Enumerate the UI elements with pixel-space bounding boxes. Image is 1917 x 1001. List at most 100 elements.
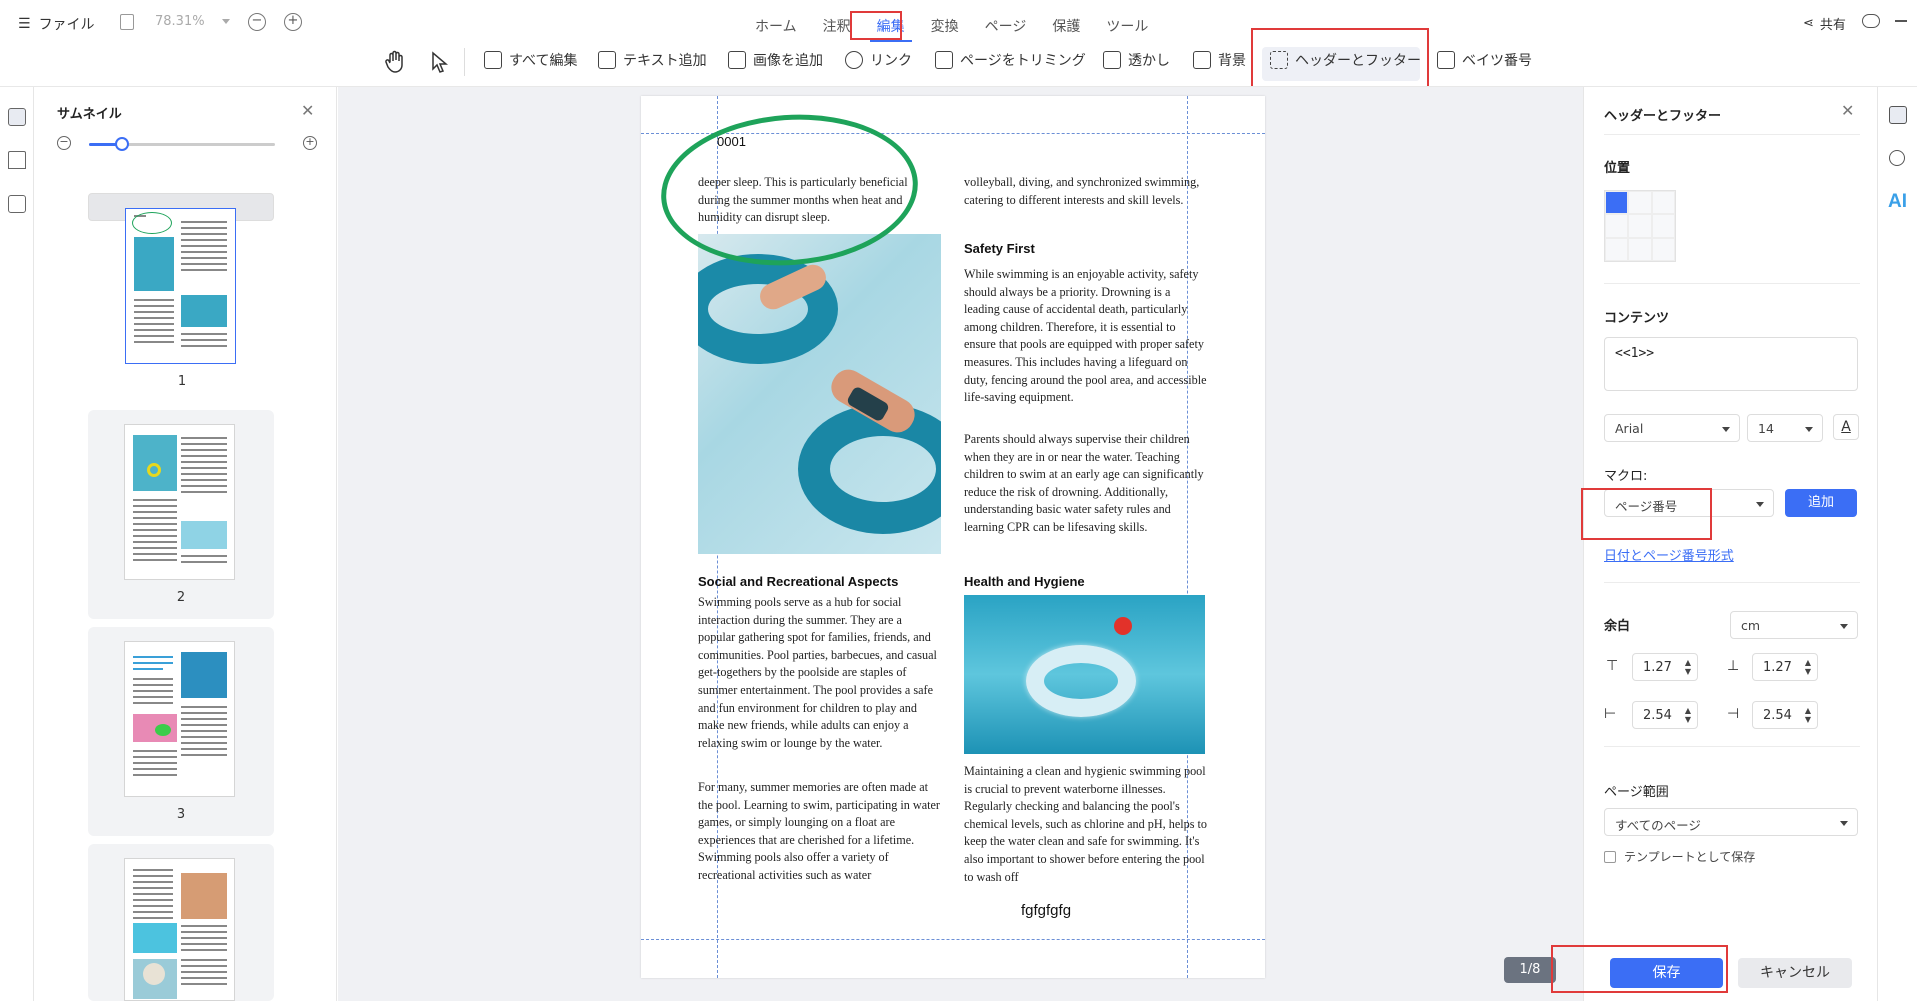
- close-thumbnail-panel-icon[interactable]: ✕: [301, 101, 314, 120]
- checkbox-icon[interactable]: [1604, 850, 1616, 863]
- bates-number-label: ベイツ番号: [1462, 53, 1532, 69]
- position-top-center[interactable]: [1628, 191, 1652, 215]
- add-macro-button[interactable]: 追加: [1785, 489, 1857, 517]
- header-footer-panel: ヘッダーとフッター ✕ 位置 コンテンツ <<1>> Arial 14 A マク…: [1583, 87, 1877, 1001]
- close-panel-icon[interactable]: ✕: [1841, 101, 1854, 120]
- thumbnail-zoom-slider[interactable]: − +: [57, 136, 317, 152]
- crop-page-button[interactable]: ページをトリミング: [935, 50, 1086, 70]
- hand-tool-icon[interactable]: [384, 50, 406, 74]
- stepper-arrows-icon[interactable]: ▲ ▼: [1805, 658, 1811, 676]
- hamburger-icon: ☰: [18, 16, 31, 32]
- save-button[interactable]: 保存: [1610, 958, 1723, 988]
- safety-heading: Safety First: [964, 241, 1035, 256]
- font-family-select[interactable]: Arial: [1604, 414, 1740, 442]
- pool-ring-photo: [964, 595, 1205, 754]
- edit-all-button[interactable]: すべて編集: [484, 50, 577, 70]
- zoom-out-icon[interactable]: −: [248, 13, 266, 31]
- position-middle-left[interactable]: [1605, 214, 1629, 238]
- stepper-arrows-icon[interactable]: ▲ ▼: [1805, 706, 1811, 724]
- share-label: 共有: [1819, 18, 1846, 33]
- zoom-in-icon[interactable]: +: [284, 13, 302, 31]
- watermark-button[interactable]: 透かし: [1103, 50, 1170, 70]
- add-image-icon: [728, 51, 746, 69]
- comment-icon[interactable]: [8, 195, 26, 213]
- margin-left-value: 2.54: [1643, 708, 1672, 723]
- page-icon[interactable]: [120, 14, 134, 30]
- position-top-right[interactable]: [1651, 191, 1675, 215]
- thumbnail-page-2[interactable]: 2: [88, 410, 274, 619]
- position-bottom-left[interactable]: [1605, 237, 1629, 261]
- panel-divider: [1604, 746, 1860, 747]
- thumb-zoom-out-icon[interactable]: −: [57, 136, 71, 150]
- margin-bottom-input[interactable]: 1.27 ▲ ▼: [1752, 653, 1818, 681]
- watermark-label: 透かし: [1128, 53, 1170, 69]
- social-paragraph-1: Swimming pools serve as a hub for social…: [698, 595, 937, 750]
- font-color-button[interactable]: A: [1833, 414, 1859, 440]
- position-bottom-right[interactable]: [1651, 237, 1675, 261]
- position-middle-center[interactable]: [1628, 214, 1652, 238]
- cancel-button[interactable]: キャンセル: [1738, 958, 1852, 988]
- font-size-select[interactable]: 14: [1747, 414, 1823, 442]
- link-button[interactable]: リンク: [845, 50, 912, 70]
- search-icon[interactable]: [1889, 150, 1905, 166]
- position-top-left[interactable]: [1605, 191, 1629, 215]
- zoom-dropdown-icon[interactable]: [222, 19, 230, 24]
- header-footer-label: ヘッダーとフッター: [1295, 53, 1421, 69]
- page-range-select[interactable]: すべてのページ: [1604, 808, 1858, 836]
- share-button[interactable]: ⋖ 共有: [1803, 14, 1846, 33]
- properties-panel-icon[interactable]: [1889, 106, 1907, 124]
- thumbnail-page-number: 1: [177, 374, 187, 389]
- add-image-button[interactable]: 画像を追加: [728, 50, 823, 70]
- stepper-arrows-icon[interactable]: ▲ ▼: [1685, 706, 1691, 724]
- add-text-label: テキスト追加: [623, 53, 707, 69]
- tab-protect[interactable]: 保護: [1045, 14, 1087, 42]
- thumbnail-page-number: 2: [176, 590, 186, 605]
- background-button[interactable]: 背景: [1193, 50, 1246, 70]
- panel-divider: [1604, 283, 1860, 284]
- bookmark-icon[interactable]: [8, 151, 26, 169]
- content-textarea[interactable]: <<1>>: [1604, 337, 1858, 391]
- margin-bottom-icon: ⊥: [1727, 658, 1740, 674]
- panel-divider: [1604, 134, 1860, 135]
- file-menu-label: ファイル: [38, 17, 95, 33]
- cloud-upload-icon[interactable]: [1862, 14, 1880, 28]
- font-family-value: Arial: [1615, 421, 1644, 436]
- pool-floats-photo: [698, 234, 941, 554]
- margin-top-input[interactable]: 1.27 ▲ ▼: [1632, 653, 1698, 681]
- tab-page[interactable]: ページ: [978, 14, 1034, 42]
- bates-number-button[interactable]: ベイツ番号: [1437, 50, 1532, 70]
- thumbnail-page-1[interactable]: 1: [88, 193, 274, 389]
- header-footer-button[interactable]: ヘッダーとフッター: [1270, 50, 1421, 70]
- header-footer-icon: [1270, 51, 1288, 69]
- content-label: コンテンツ: [1604, 311, 1670, 326]
- tab-convert[interactable]: 変換: [924, 14, 966, 42]
- ai-assistant-icon[interactable]: AI: [1888, 191, 1907, 213]
- save-template-checkbox[interactable]: テンプレートとして保存: [1604, 848, 1755, 865]
- tab-tools[interactable]: ツール: [1099, 14, 1155, 42]
- stepper-arrows-icon[interactable]: ▲ ▼: [1685, 658, 1691, 676]
- document-page[interactable]: 0001 deeper sleep. This is particularly …: [641, 96, 1265, 978]
- margin-right-input[interactable]: 2.54 ▲ ▼: [1752, 701, 1818, 729]
- thumbnail-page-4[interactable]: [88, 844, 274, 1001]
- position-bottom-center[interactable]: [1628, 237, 1652, 261]
- tab-home[interactable]: ホーム: [748, 14, 804, 42]
- health-paragraph: Maintaining a clean and hygienic swimmin…: [964, 764, 1208, 884]
- margin-right-icon: ⊣: [1727, 706, 1740, 722]
- date-page-format-link[interactable]: 日付とページ番号形式: [1604, 545, 1734, 564]
- thumbnail-panel-icon[interactable]: [8, 108, 26, 126]
- chevron-down-icon: [1840, 821, 1848, 826]
- zoom-level[interactable]: 78.31%: [155, 14, 205, 29]
- edit-all-label: すべて編集: [509, 53, 578, 69]
- file-menu[interactable]: ☰ ファイル: [18, 14, 95, 34]
- thumb-zoom-in-icon[interactable]: +: [303, 136, 317, 150]
- select-cursor-icon[interactable]: [430, 51, 448, 73]
- margin-left-input[interactable]: 2.54 ▲ ▼: [1632, 701, 1698, 729]
- background-icon: [1193, 51, 1211, 69]
- slider-handle[interactable]: [115, 137, 129, 151]
- minimize-icon[interactable]: [1895, 20, 1907, 22]
- page-indicator[interactable]: 1/8: [1504, 957, 1556, 983]
- unit-select[interactable]: cm: [1730, 611, 1858, 639]
- add-text-button[interactable]: テキスト追加: [598, 50, 707, 70]
- thumbnail-page-3[interactable]: 3: [88, 627, 274, 836]
- position-middle-right[interactable]: [1651, 214, 1675, 238]
